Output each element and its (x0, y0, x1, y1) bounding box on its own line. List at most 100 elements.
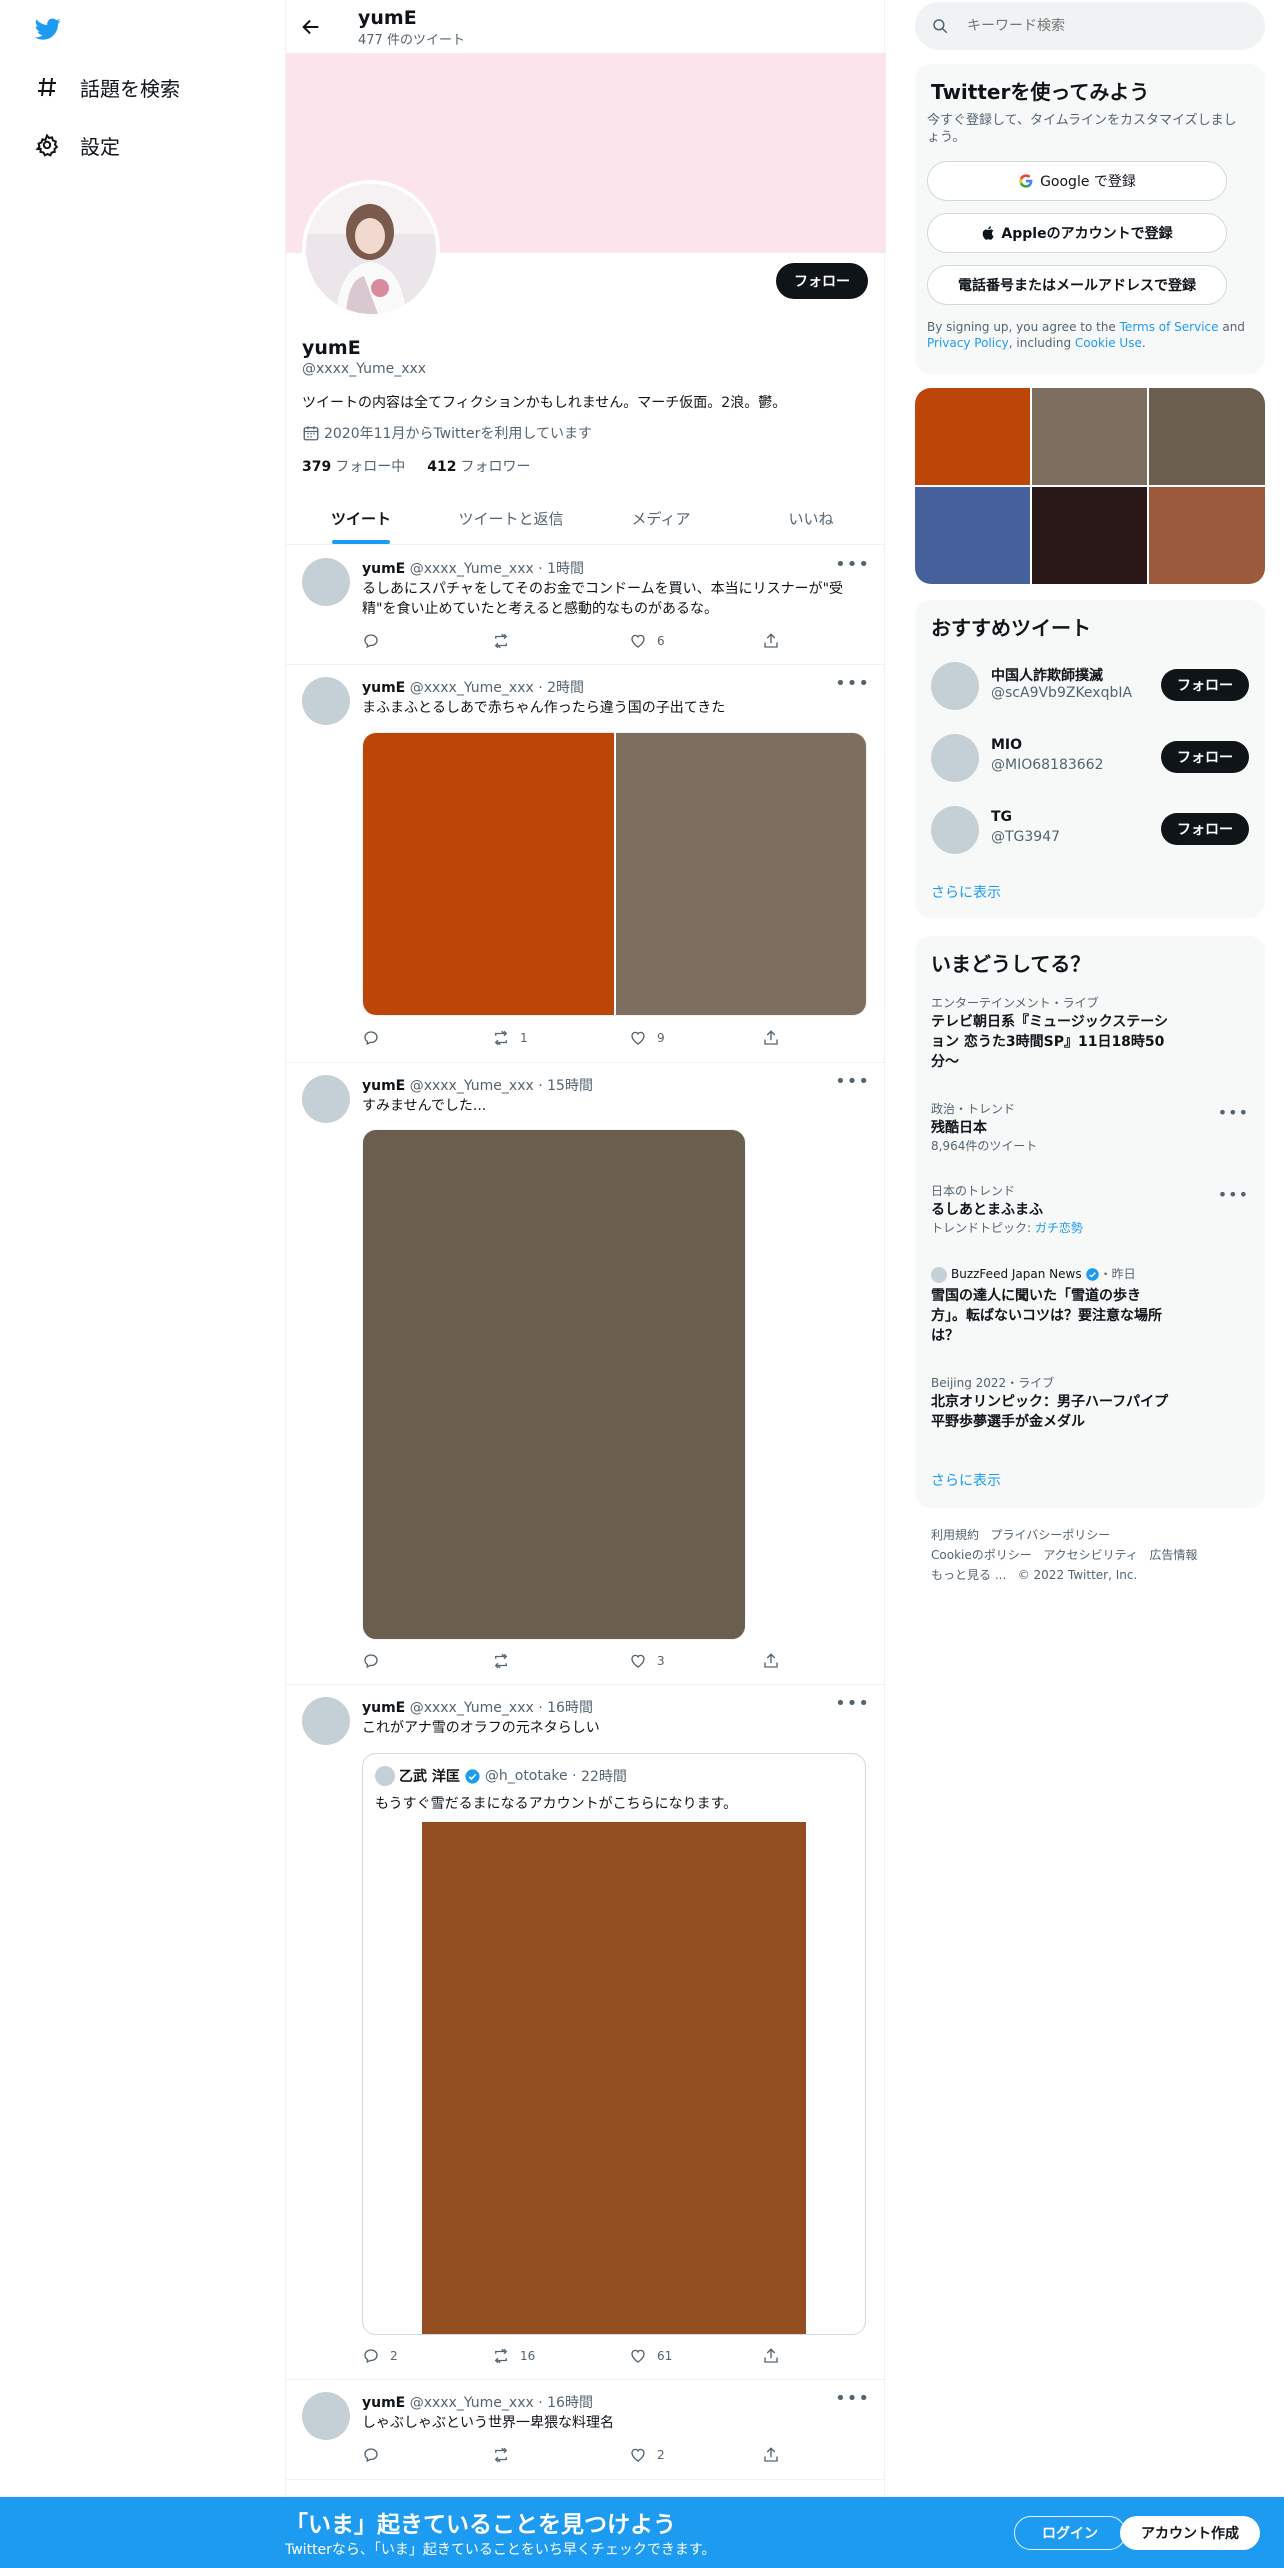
tweet-avatar[interactable] (302, 2392, 350, 2440)
footer-more[interactable]: もっと見る ... (931, 1568, 1006, 1582)
like-button[interactable]: 6 (629, 632, 665, 650)
tweet[interactable]: yumE @xxxx_Yume_xxx · 1時間 ••• るしあにスパチャをし… (286, 546, 886, 665)
tweet-avatar[interactable] (302, 558, 350, 606)
share-button[interactable] (762, 1029, 780, 1047)
tweet-time[interactable]: 15時間 (547, 1078, 593, 1094)
nav-settings[interactable]: 設定 (32, 123, 120, 167)
reply-button[interactable] (362, 1029, 380, 1047)
google-signup-button[interactable]: Google で登録 (927, 161, 1227, 201)
like-button[interactable]: 2 (629, 2446, 665, 2464)
tweet[interactable]: yumE @xxxx_Yume_xxx · 16時間 ••• しゃぶしゃぶという… (286, 2380, 886, 2480)
follow-button[interactable]: フォロー (1161, 669, 1249, 701)
trend-item[interactable]: Beijing 2022・ライブ 北京オリンピック：男子ハーフパイプ 平野歩夢選… (931, 1375, 1249, 1432)
tweet-author-handle[interactable]: @xxxx_Yume_xxx (410, 2395, 534, 2411)
profile-avatar[interactable] (302, 180, 440, 318)
tab-tweets-replies[interactable]: ツイートと返信 (436, 492, 586, 544)
tab-media[interactable]: メディア (586, 492, 736, 544)
nav-explore[interactable]: 話題を検索 (32, 65, 180, 109)
footer-terms[interactable]: 利用規約 (931, 1528, 979, 1542)
footer-privacy[interactable]: プライバシーポリシー (990, 1528, 1110, 1542)
tweet[interactable]: yumE @xxxx_Yume_xxx · 16時間 ••• これがアナ雪のオラ… (286, 1685, 886, 2380)
tweet-media[interactable] (362, 732, 867, 1016)
retweet-button[interactable] (492, 1652, 520, 1670)
login-button[interactable]: ログイン (1014, 2516, 1126, 2550)
apple-signup-button[interactable]: Appleのアカウントで登録 (927, 213, 1227, 253)
media-thumbnail[interactable] (1032, 388, 1147, 485)
following-stat[interactable]: 379 フォロー中 (302, 456, 405, 476)
tweet-author-name[interactable]: yumE (362, 1700, 405, 1716)
user-avatar[interactable] (931, 734, 979, 782)
like-button[interactable]: 9 (629, 1029, 665, 1047)
follow-button[interactable]: フォロー (1161, 813, 1249, 845)
tweet-time[interactable]: 1時間 (547, 561, 584, 577)
follow-button[interactable]: フォロー (776, 263, 868, 299)
followers-stat[interactable]: 412 フォロワー (427, 456, 530, 476)
share-button[interactable] (762, 1652, 780, 1670)
more-icon[interactable]: ••• (1218, 1185, 1249, 1204)
tweet-time[interactable]: 2時間 (547, 680, 584, 696)
media-thumbnail[interactable] (1149, 388, 1265, 485)
footer-accessibility[interactable]: アクセシビリティ (1043, 1548, 1138, 1562)
like-button[interactable]: 3 (629, 1652, 665, 1670)
search-bar[interactable] (915, 2, 1265, 50)
share-button[interactable] (762, 2347, 780, 2365)
privacy-link[interactable]: Privacy Policy (927, 336, 1009, 350)
tweet[interactable]: yumE @xxxx_Yume_xxx · 2時間 ••• まふまふとるしあで赤… (286, 665, 886, 1063)
more-icon[interactable]: ••• (835, 2388, 870, 2409)
footer-cookie[interactable]: Cookieのポリシー (931, 1548, 1032, 1562)
back-arrow-icon[interactable] (300, 16, 322, 38)
show-more-link[interactable]: さらに表示 (931, 882, 1001, 902)
user-avatar[interactable] (931, 662, 979, 710)
tweet-avatar[interactable] (302, 1697, 350, 1745)
user-avatar[interactable] (931, 806, 979, 854)
more-icon[interactable]: ••• (835, 1693, 870, 1714)
recommended-user[interactable]: MIO @MIO68183662 フォロー (931, 732, 1249, 784)
trend-item[interactable]: BuzzFeed Japan News ・昨日 雪国の達人に聞いた「雪道の歩き方… (931, 1266, 1249, 1346)
retweet-button[interactable] (492, 2446, 520, 2464)
retweet-button[interactable] (492, 632, 520, 650)
quote-media-image[interactable] (422, 1822, 806, 2334)
tweet-author-handle[interactable]: @xxxx_Yume_xxx (410, 1700, 534, 1716)
tweet-author-name[interactable]: yumE (362, 2395, 405, 2411)
create-account-button[interactable]: アカウント作成 (1120, 2516, 1260, 2550)
recommended-user[interactable]: 中国人詐欺師撲滅 @scA9Vb9ZKexqbIA フォロー (931, 660, 1249, 712)
like-button[interactable]: 61 (629, 2347, 672, 2365)
twitter-logo-icon[interactable] (33, 16, 63, 42)
media-image[interactable] (615, 733, 866, 1015)
tweet-author-name[interactable]: yumE (362, 1078, 405, 1094)
phone-email-signup-button[interactable]: 電話番号またはメールアドレスで登録 (927, 265, 1227, 305)
media-thumbnail[interactable] (1149, 487, 1265, 584)
trend-item[interactable]: 政治・トレンド 残酷日本 8,964件のツイート ••• (931, 1101, 1249, 1155)
footer-ads[interactable]: 広告情報 (1149, 1548, 1197, 1562)
reply-button[interactable] (362, 2446, 380, 2464)
tweet-time[interactable]: 16時間 (547, 2395, 593, 2411)
reply-button[interactable] (362, 632, 380, 650)
tab-tweets[interactable]: ツイート (286, 492, 436, 544)
reply-button[interactable] (362, 1652, 380, 1670)
tweet-author-handle[interactable]: @xxxx_Yume_xxx (410, 680, 534, 696)
share-button[interactable] (762, 2446, 780, 2464)
terms-link[interactable]: Terms of Service (1120, 320, 1219, 334)
more-icon[interactable]: ••• (835, 554, 870, 575)
trend-item[interactable]: 日本のトレンド るしあとまふまふ トレンドトピック: ガチ恋勢 ••• (931, 1183, 1249, 1237)
tab-likes[interactable]: いいね (736, 492, 886, 544)
tweet-author-handle[interactable]: @xxxx_Yume_xxx (410, 1078, 534, 1094)
tweet-author-handle[interactable]: @xxxx_Yume_xxx (410, 561, 534, 577)
recommended-user[interactable]: TG @TG3947 フォロー (931, 804, 1249, 856)
tweet[interactable]: yumE @xxxx_Yume_xxx · 15時間 ••• すみませんでした.… (286, 1063, 886, 1685)
media-thumbnail[interactable] (915, 388, 1030, 485)
quoted-tweet[interactable]: 乙武 洋匡 @h_ototake · 22時間 もうすぐ雪だるまになるアカウント… (362, 1753, 866, 2335)
tweet-avatar[interactable] (302, 677, 350, 725)
show-more-link[interactable]: さらに表示 (931, 1470, 1001, 1490)
tweet-media-image[interactable] (362, 1129, 746, 1640)
tweet-avatar[interactable] (302, 1075, 350, 1123)
retweet-button[interactable]: 1 (492, 1029, 528, 1047)
tweet-author-name[interactable]: yumE (362, 680, 405, 696)
cookie-link[interactable]: Cookie Use (1075, 336, 1142, 350)
more-icon[interactable]: ••• (1218, 1103, 1249, 1122)
retweet-button[interactable]: 16 (492, 2347, 535, 2365)
reply-button[interactable]: 2 (362, 2347, 398, 2365)
more-icon[interactable]: ••• (835, 1071, 870, 1092)
tweet-author-name[interactable]: yumE (362, 561, 405, 577)
follow-button[interactable]: フォロー (1161, 741, 1249, 773)
